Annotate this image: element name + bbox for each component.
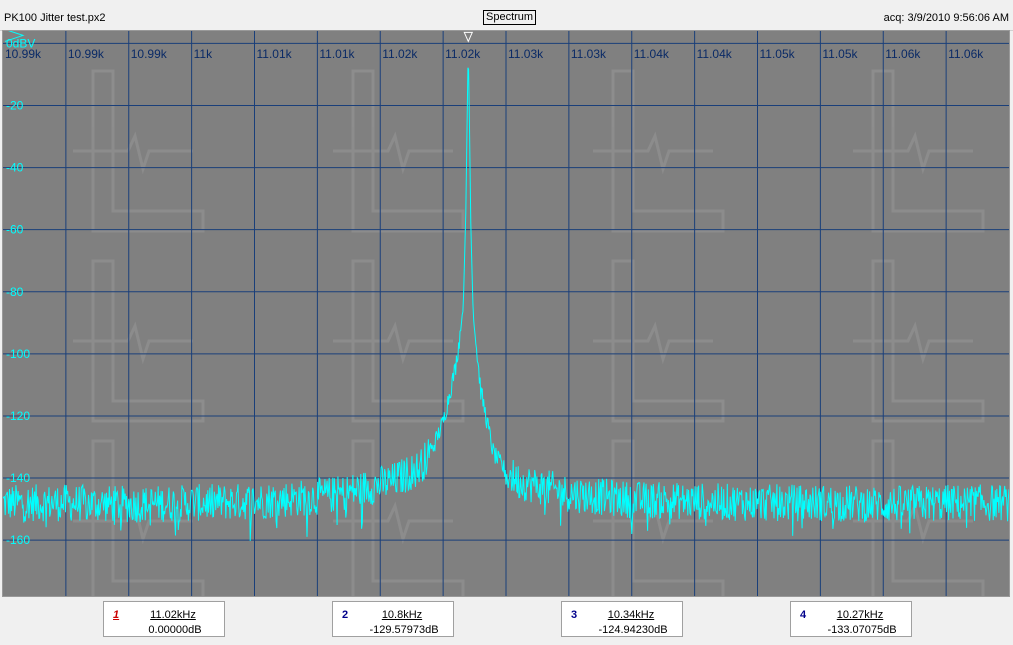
acquisition-time: acq: 3/9/2010 9:56:06 AM xyxy=(884,12,1009,24)
marker-layer: 1 xyxy=(463,31,474,43)
y-tick-label: -60 xyxy=(6,223,24,237)
marker-readout-3[interactable]: 3 10.34kHz -124.94230dB xyxy=(561,601,683,637)
spectrum-plot[interactable]: 10.99k 10.99k 10.99k 11k 11.01k 11.01k 11.02k 1… xyxy=(2,30,1010,597)
spectrum-chart[interactable]: 10.99k 10.99k 10.99k 11k 11.01k 11.01k 11.02k 1… xyxy=(3,31,1009,596)
watermark-logo xyxy=(593,439,725,596)
x-tick-label: 11.06k xyxy=(948,47,984,61)
y-tick-label: -40 xyxy=(6,161,24,175)
x-tick-label: 11.03k xyxy=(571,47,607,61)
marker-amplitude: -129.57973dB xyxy=(369,624,439,636)
x-tick-label: 11.04k xyxy=(697,47,733,61)
y-tick-label: -140 xyxy=(6,471,30,485)
marker-triangle-icon[interactable] xyxy=(463,31,474,43)
marker-amplitude: -133.07075dB xyxy=(827,624,897,636)
file-name: PK100 Jitter test.px2 xyxy=(4,12,106,24)
title-bar: PK100 Jitter test.px2 Spectrum acq: 3/9/2… xyxy=(0,0,1013,31)
view-mode-button[interactable]: Spectrum xyxy=(483,10,537,25)
x-tick-labels: 10.99k 10.99k 10.99k 11k 11.01k 11.01k 11.02k 1… xyxy=(5,47,984,61)
y-tick-label: -100 xyxy=(6,347,30,361)
watermark-logo xyxy=(73,69,205,233)
watermark-logo xyxy=(73,259,205,423)
watermark-logo xyxy=(853,69,985,233)
y-tick-labels: 0dBV -20 -40 -60 -80 -100 -120 -140 -160 xyxy=(4,31,35,547)
x-tick-label: 11.02k xyxy=(382,47,418,61)
marker-frequency: 11.02kHz xyxy=(150,609,196,621)
marker-frequency: 10.34kHz xyxy=(607,609,655,621)
marker-readout-1[interactable]: 1 11.02kHz 0.00000dB xyxy=(103,601,225,637)
watermark-logo xyxy=(73,439,205,596)
watermark-logo xyxy=(853,259,985,423)
acq-timestamp: 3/9/2010 9:56:06 AM xyxy=(907,12,1009,24)
watermark-logo xyxy=(853,439,985,596)
x-tick-label: 11.05k xyxy=(822,47,858,61)
x-tick-label: 11k xyxy=(194,47,213,61)
marker-readout-bar: 1 11.02kHz 0.00000dB 2 10.8kHz -129.5797… xyxy=(0,598,1013,645)
marker-amplitude: 0.00000dB xyxy=(148,624,202,636)
y-tick-label: -20 xyxy=(6,99,24,113)
x-tick-label: 11.01k xyxy=(319,47,355,61)
x-tick-label: 11.03k xyxy=(508,47,544,61)
x-tick-label: 11.04k xyxy=(634,47,670,61)
watermark-logo xyxy=(593,259,725,423)
watermark-layer xyxy=(73,69,985,596)
acq-label: acq: xyxy=(883,12,905,24)
y-tick-label: -80 xyxy=(6,285,24,299)
x-tick-label: 11.06k xyxy=(885,47,921,61)
marker-amplitude: -124.94230dB xyxy=(598,624,668,636)
x-tick-label: 11.01k xyxy=(257,47,293,61)
watermark-logo xyxy=(593,69,725,233)
y-tick-label: -160 xyxy=(6,533,30,547)
x-tick-label: 11.02k xyxy=(445,47,481,61)
y-tick-label: -120 xyxy=(6,409,30,423)
marker-readout-4[interactable]: 4 10.27kHz -133.07075dB xyxy=(790,601,912,637)
marker-readout-2[interactable]: 2 10.8kHz -129.57973dB xyxy=(332,601,454,637)
marker-label: 1 xyxy=(465,31,471,32)
marker-frequency: 10.27kHz xyxy=(836,609,884,621)
x-tick-label: 10.99k xyxy=(68,47,105,61)
y-tick-label: 0dBV xyxy=(6,36,35,50)
x-tick-label: 11.05k xyxy=(760,47,796,61)
x-tick-label: 10.99k xyxy=(131,47,168,61)
marker-frequency: 10.8kHz xyxy=(381,609,423,621)
